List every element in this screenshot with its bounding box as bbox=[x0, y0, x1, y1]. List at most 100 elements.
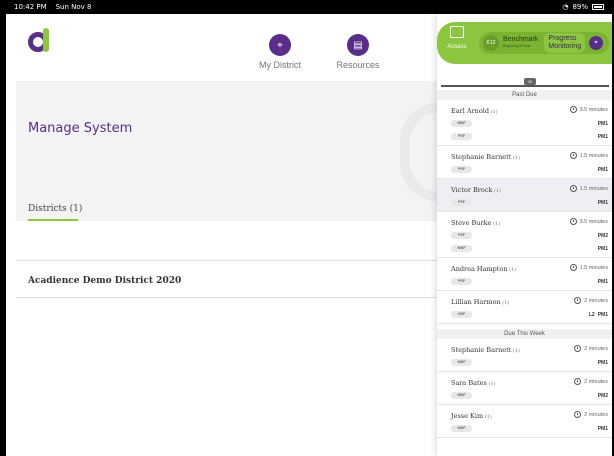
time-text: 1.5 minutes bbox=[579, 185, 608, 192]
assess-icon bbox=[450, 26, 464, 38]
benchmark-toggle[interactable]: Benchmark Beginning of Year bbox=[503, 36, 538, 50]
student-row[interactable]: Steve Burke (1) 3.5 minutes PSF PM2 NWF PM1 bbox=[437, 212, 612, 258]
student-count: (1) bbox=[483, 414, 492, 420]
measure-tag: PSF bbox=[451, 166, 472, 173]
student-count: (1) bbox=[492, 188, 502, 194]
pm-value: PM1 bbox=[597, 246, 608, 252]
clock-icon bbox=[569, 218, 577, 225]
student-row[interactable]: Andrea Hampton (1) 1.5 minutes PSF PM1 bbox=[437, 258, 612, 291]
district-row[interactable]: Acadience Demo District 2020 bbox=[28, 276, 181, 286]
student-name: Sara Bates (1) bbox=[451, 379, 496, 387]
pm-value: PM1 bbox=[597, 134, 608, 140]
location-pin-icon[interactable]: ⌖ bbox=[589, 36, 604, 50]
clock-icon bbox=[569, 106, 577, 113]
measure-tag: PSF bbox=[451, 278, 472, 285]
section-due-this-week: Due This Week bbox=[437, 329, 612, 339]
student-name-text: Steve Burke bbox=[451, 219, 492, 227]
clock-icon bbox=[574, 378, 582, 385]
student-name-text: Earl Arnold bbox=[451, 107, 490, 115]
pm-label: PM1 bbox=[598, 246, 608, 252]
student-time: 1.5 minutes bbox=[569, 264, 608, 271]
tab-active-indicator bbox=[28, 219, 78, 221]
time-text: 3.5 minutes bbox=[579, 218, 608, 225]
student-name: Stephanie Barnett (1) bbox=[451, 153, 520, 161]
student-count: (1) bbox=[491, 221, 501, 227]
progress-monitoring-toggle[interactable]: Progress Monitoring bbox=[544, 33, 586, 53]
measure-tag: ORF bbox=[451, 311, 472, 318]
page-title: Manage System bbox=[28, 121, 133, 136]
pm-value: PM1 bbox=[597, 200, 608, 206]
mode-switcher: K12 Benchmark Beginning of Year Progress… bbox=[479, 32, 609, 54]
nav-resources-label: Resources bbox=[336, 60, 380, 70]
pm-label: PM1 bbox=[598, 279, 608, 285]
student-row[interactable]: Lillian Harmon (1) 2 minutes ORF L2 PM1 bbox=[437, 291, 612, 324]
clock-icon bbox=[569, 264, 577, 271]
student-time: 2 minutes bbox=[574, 378, 608, 385]
divider bbox=[16, 260, 440, 261]
pm-value: PM2 bbox=[597, 393, 608, 399]
location-pin-icon: ⌖ bbox=[269, 34, 291, 56]
student-name-text: Victor Brock bbox=[451, 186, 493, 194]
pm-value: PM1 bbox=[597, 426, 608, 432]
battery-percent: 89% bbox=[572, 3, 588, 11]
assess-label: Assess bbox=[447, 44, 467, 50]
pm-label: PM1 bbox=[598, 426, 608, 432]
level-label: L2 bbox=[588, 312, 595, 318]
student-count: (1) bbox=[500, 300, 510, 306]
student-name: Jesse Kim (1) bbox=[451, 412, 492, 420]
time-text: 1.5 minutes bbox=[579, 264, 608, 271]
time-text: 2 minutes bbox=[584, 297, 608, 304]
student-row[interactable]: Victor Brock (1) 1.5 minutes PSF PM1 bbox=[437, 179, 612, 212]
assess-button[interactable]: Assess bbox=[443, 26, 471, 50]
clock-icon bbox=[569, 185, 577, 192]
measure-tag: NWF bbox=[451, 425, 472, 432]
assessment-panel: Assess K12 Benchmark Beginning of Year P… bbox=[437, 14, 612, 456]
student-time: 2 minutes bbox=[574, 297, 608, 304]
screen-edge-left bbox=[0, 0, 6, 456]
nav-my-district[interactable]: ⌖ My District bbox=[245, 34, 315, 70]
student-count: (1) bbox=[489, 109, 498, 115]
student-time: 2 minutes bbox=[574, 411, 608, 418]
monitoring-label: Monitoring bbox=[548, 43, 582, 50]
student-row[interactable]: Jesse Kim (1) 2 minutes NWF PM1 bbox=[437, 405, 612, 438]
pm-label: PM1 bbox=[598, 200, 608, 206]
panel-header: Assess K12 Benchmark Beginning of Year P… bbox=[437, 22, 612, 64]
clock-icon bbox=[574, 297, 582, 304]
pm-label: PM1 bbox=[598, 360, 608, 366]
handle-line bbox=[441, 85, 609, 87]
status-time: 10:42 PM bbox=[14, 3, 47, 11]
student-count: (1) bbox=[507, 267, 517, 273]
student-time: 3.5 minutes bbox=[569, 106, 608, 113]
measure-tag: NWF bbox=[451, 120, 472, 127]
nav-resources[interactable]: ▤ Resources bbox=[323, 34, 393, 70]
battery-icon bbox=[592, 4, 604, 10]
pm-value: PM1 bbox=[597, 167, 608, 173]
tab-districts[interactable]: Districts (1) bbox=[28, 204, 82, 214]
acadience-logo[interactable] bbox=[28, 28, 50, 54]
student-time: 1.5 minutes bbox=[569, 152, 608, 159]
pm-value: PM1 bbox=[597, 121, 608, 127]
student-row[interactable]: Stephanie Barnett (1) 2 minutes NWF PM1 bbox=[437, 339, 612, 372]
pm-value: PM1 bbox=[597, 279, 608, 285]
pm-label: PM1 bbox=[598, 121, 608, 127]
student-row[interactable]: Sara Bates (1) 2 minutes NWF PM2 bbox=[437, 372, 612, 405]
student-row[interactable]: Stephanie Barnett (1) 1.5 minutes PSF PM1 bbox=[437, 146, 612, 179]
pm-label: L2 PM1 bbox=[589, 312, 608, 318]
student-time: 2 minutes bbox=[574, 345, 608, 352]
wifi-icon: ◔ bbox=[562, 3, 569, 11]
time-text: 2 minutes bbox=[584, 345, 608, 352]
pm-value: PM1 bbox=[597, 360, 608, 366]
drag-handle[interactable]: III bbox=[524, 78, 536, 85]
measure-tag: NWF bbox=[451, 392, 472, 399]
student-count: (1) bbox=[486, 381, 496, 387]
nav-my-district-label: My District bbox=[259, 60, 301, 70]
measure-tag: NWF bbox=[451, 245, 472, 252]
student-name: Earl Arnold (1) bbox=[451, 107, 498, 115]
student-row[interactable]: Earl Arnold (1) 3.5 minutes NWF PM1 PSF PM1 bbox=[437, 100, 612, 146]
app-main: ⌖ My District ▤ Resources Manage System … bbox=[16, 14, 612, 456]
pm-label: PM1 bbox=[598, 167, 608, 173]
student-name-text: Lillian Harmon bbox=[451, 298, 501, 306]
benchmark-sub: Beginning of Year bbox=[503, 44, 531, 48]
grade-badge[interactable]: K12 bbox=[483, 35, 499, 51]
status-bar: 10:42 PM Sun Nov 8 ◔ 89% bbox=[6, 0, 612, 14]
